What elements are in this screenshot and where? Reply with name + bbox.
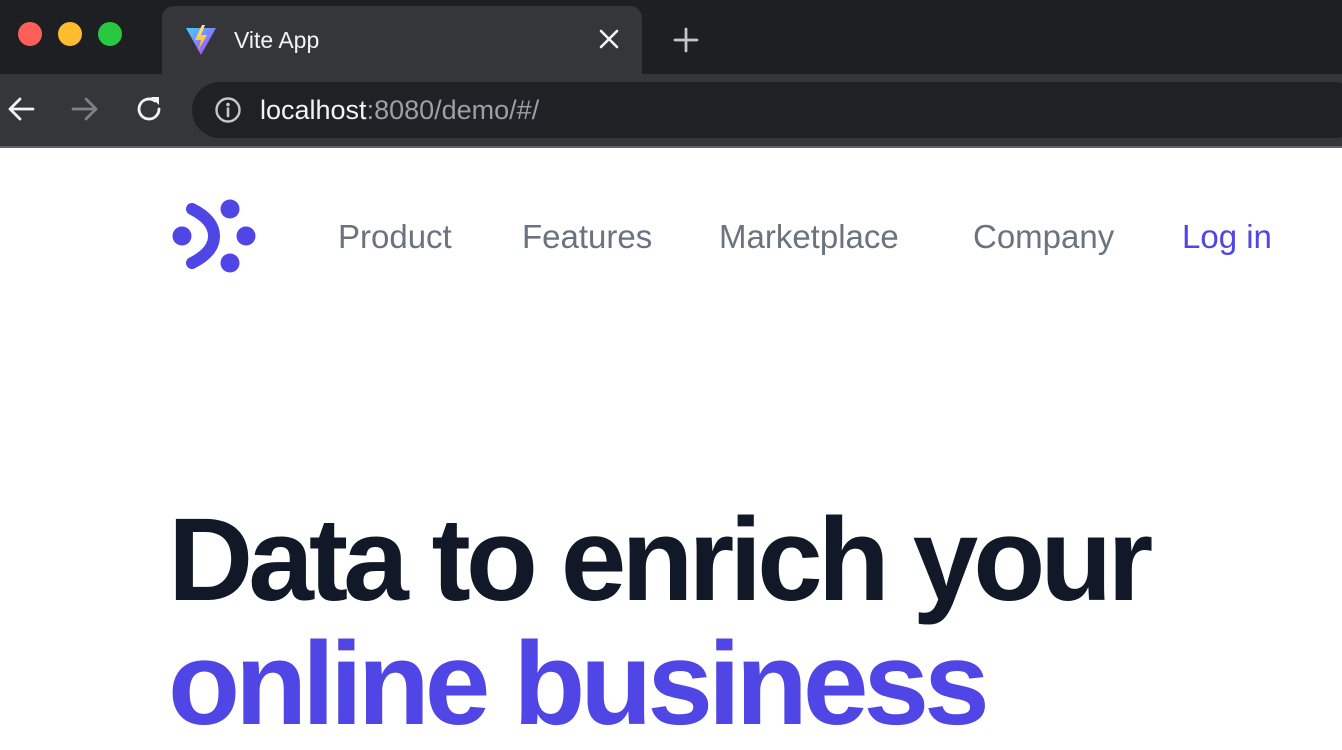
nav-link-product[interactable]: Product [338,216,452,258]
forward-arrow-icon[interactable] [70,94,100,124]
address-bar[interactable]: localhost:8080/demo/#/ [192,82,1342,138]
close-window-button[interactable] [18,22,42,46]
hero-heading: Data to enrich your online business [168,494,1153,750]
vite-logo-icon [186,25,216,55]
nav-link-company[interactable]: Company [973,216,1114,258]
reload-icon[interactable] [134,94,164,124]
back-arrow-icon[interactable] [6,94,36,124]
minimize-window-button[interactable] [58,22,82,46]
maximize-window-button[interactable] [98,22,122,46]
url-path: :8080/demo/#/ [366,95,540,125]
close-tab-icon[interactable] [598,28,620,50]
hero-heading-line-1: Data to enrich your [168,494,1153,626]
browser-toolbar: localhost:8080/demo/#/ [0,74,1342,146]
nav-link-features[interactable]: Features [522,216,652,258]
browser-tab-strip: Vite App [0,0,1342,74]
tab-title: Vite App [234,27,320,53]
nav-link-marketplace[interactable]: Marketplace [719,216,899,258]
new-tab-icon[interactable] [672,26,700,54]
url-host: localhost [260,95,367,125]
browser-tab[interactable]: Vite App [162,6,642,74]
url-text[interactable]: localhost:8080/demo/#/ [260,94,539,126]
site-info-icon[interactable] [214,96,242,124]
login-link[interactable]: Log in [1182,216,1272,258]
toolbar-divider [0,146,1342,148]
brand-logo-icon[interactable] [172,198,258,274]
hero-heading-line-2: online business [168,618,990,750]
